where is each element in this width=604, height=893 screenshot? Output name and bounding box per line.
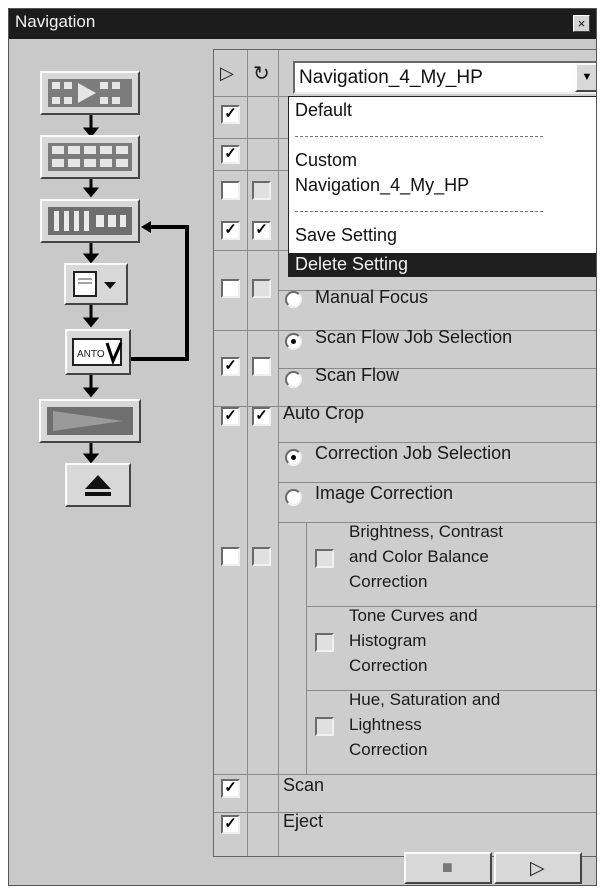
autocrop-check-b[interactable]: ✓ <box>252 407 271 426</box>
start-button[interactable]: ▷ <box>494 852 582 884</box>
scan-button[interactable] <box>39 399 141 443</box>
film-strip-icon <box>48 207 132 235</box>
stop-button[interactable]: ■ <box>404 852 492 884</box>
play-header-icon: ▷ <box>220 63 234 83</box>
eject-icon <box>85 475 111 496</box>
index-button[interactable] <box>40 135 140 179</box>
prescan-button[interactable] <box>40 71 140 115</box>
close-icon[interactable]: × <box>573 15 590 32</box>
correction-check-a[interactable] <box>221 547 240 566</box>
row3-check-b[interactable] <box>252 181 271 200</box>
autocrop-check-a[interactable]: ✓ <box>221 407 240 426</box>
brightness-check[interactable] <box>315 549 334 568</box>
refresh-header-icon: ↻ <box>253 63 270 85</box>
dropdown-item-save-setting[interactable]: Save Setting <box>295 225 397 246</box>
tone-curves-label: Tone Curves and Histogram Correction <box>349 606 478 675</box>
dropdown-item-delete-setting[interactable]: Delete Setting <box>289 253 596 277</box>
scanflow-check-b[interactable] <box>252 357 271 376</box>
focus-check-b[interactable] <box>252 279 271 298</box>
stop-icon: ■ <box>442 857 453 877</box>
auto-correction-button[interactable]: ANTO <box>65 329 131 375</box>
scan-flow-radio[interactable] <box>285 371 302 388</box>
title-bar: Navigation × <box>9 9 596 39</box>
row2-check-a[interactable]: ✓ <box>221 145 240 164</box>
auto-correction-icon: ANTO <box>72 338 123 366</box>
delete-setting-label: Delete Setting <box>295 254 409 274</box>
dropdown-separator <box>295 211 543 212</box>
play-icon: ▷ <box>530 858 545 879</box>
brightness-label: Brightness, Contrast and Color Balance Cor… <box>349 522 504 591</box>
page-menu-icon <box>73 271 116 297</box>
scan-flow-label: Scan Flow <box>315 365 400 385</box>
focus-check-a[interactable] <box>221 279 240 298</box>
setting-combo[interactable]: Navigation_4_My_HP ▼ <box>293 61 596 94</box>
scan-check[interactable]: ✓ <box>221 779 240 798</box>
dropdown-separator <box>295 136 543 137</box>
row3-check-a[interactable] <box>221 181 240 200</box>
image-correction-label: Image Correction <box>315 483 454 503</box>
tone-curves-check[interactable] <box>315 633 334 652</box>
chevron-down-icon[interactable]: ▼ <box>575 63 596 92</box>
combo-selected-text: Navigation_4_My_HP <box>299 67 483 88</box>
dropdown-item-default[interactable]: Default <box>295 100 352 121</box>
correction-job-radio[interactable] <box>285 449 302 466</box>
auto-text: ANTO <box>77 349 105 360</box>
scan-label: Scan <box>283 775 325 795</box>
eject-button[interactable] <box>65 463 131 507</box>
eject-label: Eject <box>283 811 324 831</box>
settings-dropdown-button[interactable] <box>64 263 128 305</box>
correction-check-b[interactable] <box>252 547 271 566</box>
setting-dropdown-list: Default Custom Navigation_4_My_HP Save S… <box>288 96 596 277</box>
scanflow-check-a[interactable]: ✓ <box>221 357 240 376</box>
index-icon <box>48 143 132 171</box>
hue-saturation-label: Hue, Saturation and Lightness Correction <box>349 690 501 759</box>
dropdown-item-custom[interactable]: Custom <box>295 150 357 171</box>
correction-job-label: Correction Job Selection <box>315 443 512 463</box>
manual-focus-radio[interactable] <box>285 291 302 308</box>
row4-check-a[interactable]: ✓ <box>221 221 240 240</box>
navigation-window: Navigation × ANTO ▷ ↻ ✓ ✓ ✓ ✓ Manual Foc… <box>8 8 597 886</box>
auto-crop-label: Auto Crop <box>283 403 365 423</box>
eject-check[interactable]: ✓ <box>221 815 240 834</box>
image-correction-radio[interactable] <box>285 489 302 506</box>
row4-check-b[interactable]: ✓ <box>252 221 271 240</box>
dropdown-item-navigation-4-my-hp[interactable]: Navigation_4_My_HP <box>295 175 469 196</box>
scan-play-icon <box>47 407 133 435</box>
hue-saturation-check[interactable] <box>315 717 334 736</box>
row1-check-a[interactable]: ✓ <box>221 105 240 124</box>
window-title: Navigation <box>15 12 96 31</box>
scan-flow-job-label: Scan Flow Job Selection <box>315 327 513 347</box>
film-strip-button[interactable] <box>40 199 140 243</box>
manual-focus-label: Manual Focus <box>315 287 429 307</box>
scan-flow-job-radio[interactable] <box>285 333 302 350</box>
prescan-icon <box>48 79 132 107</box>
